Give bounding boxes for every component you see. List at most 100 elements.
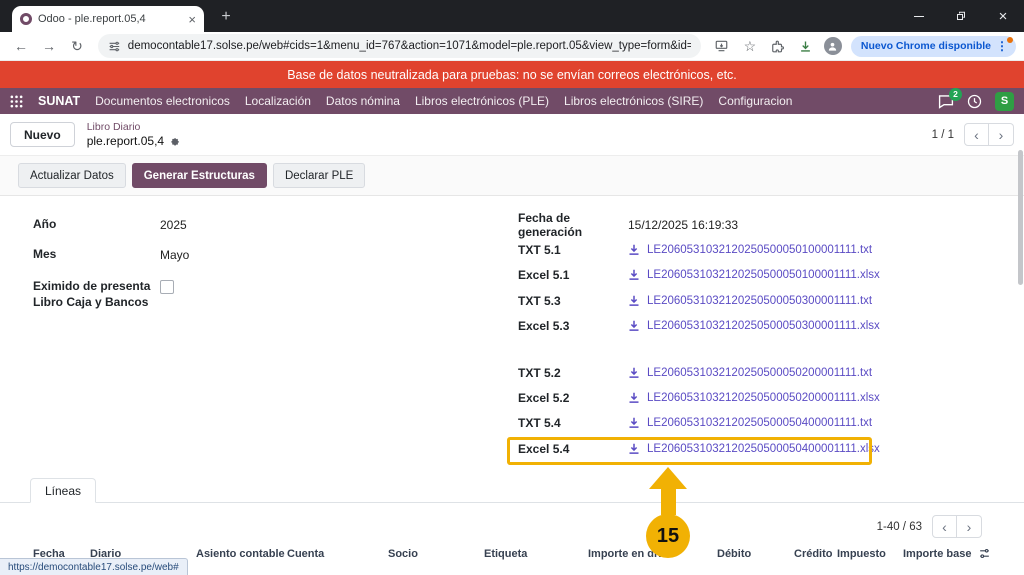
site-settings-icon[interactable] [108, 40, 121, 53]
actualizar-datos-button[interactable]: Actualizar Datos [18, 163, 126, 188]
file-row-txt-5-4: TXT 5.4 LE206053103212025050005040000111… [518, 411, 880, 436]
file-link[interactable]: LE2060531032120250500050200001111.xlsx [647, 392, 880, 404]
declarar-ple-button[interactable]: Declarar PLE [273, 163, 365, 188]
file-label: Excel 5.2 [518, 391, 628, 405]
nav-item-libros-sire[interactable]: Libros electrónicos (SIRE) [564, 94, 703, 108]
file-link[interactable]: LE2060531032120250500050100001111.xlsx [647, 269, 880, 281]
optional-columns-icon[interactable] [978, 547, 991, 565]
minimize-button[interactable] [898, 0, 940, 32]
nav-item-datos-nomina[interactable]: Datos nómina [326, 94, 400, 108]
file-link[interactable]: LE2060531032120250500050300001111.xlsx [647, 320, 880, 332]
file-row-txt-5-1: TXT 5.1 LE206053103212025050005010000111… [518, 237, 880, 262]
annotation-arrow-stem [661, 488, 676, 515]
column-header-etiqueta[interactable]: Etiqueta [484, 548, 527, 560]
restore-button[interactable] [940, 0, 982, 32]
file-row-txt-5-2: TXT 5.2 LE206053103212025050005020000111… [518, 360, 880, 385]
status-bubble: https://democontable17.solse.pe/web# [0, 558, 188, 575]
new-record-button[interactable]: Nuevo [10, 122, 75, 147]
download-icon[interactable] [628, 392, 640, 404]
window-controls: × [898, 0, 1024, 32]
eximido-checkbox[interactable] [160, 280, 174, 294]
send-to-device-icon[interactable] [709, 34, 735, 58]
extensions-icon[interactable] [765, 34, 791, 58]
eximido-label: Eximido de presenta Libro Caja y Bancos [33, 279, 160, 310]
download-icon[interactable] [628, 295, 640, 307]
odoo-navbar: SUNAT Documentos electronicos Localizaci… [0, 88, 1024, 114]
mes-value[interactable]: Mayo [160, 248, 189, 262]
column-header-socio[interactable]: Socio [388, 548, 418, 560]
screen: Odoo - ple.report.05,4 × + × ← → ↻ democ… [0, 0, 1024, 575]
form-right-column: Fecha de generación 15/12/2025 16:19:33 … [518, 212, 880, 462]
download-icon[interactable] [628, 367, 640, 379]
browser-profile-avatar[interactable] [824, 37, 842, 55]
column-header-impuesto[interactable]: Impuesto [837, 548, 886, 560]
apps-menu-button[interactable] [10, 95, 23, 108]
forward-button[interactable]: → [36, 34, 62, 58]
chrome-update-button[interactable]: Nuevo Chrome disponible ⋮ [851, 36, 1016, 57]
notebook-divider [0, 502, 1024, 503]
file-row-excel-5-3: Excel 5.3 LE2060531032120250500050300001… [518, 314, 880, 339]
download-icon[interactable] [628, 417, 640, 429]
lines-pager-previous-button[interactable]: ‹ [932, 515, 957, 538]
address-bar[interactable]: democontable17.solse.pe/web#cids=1&menu_… [98, 34, 701, 58]
column-header-cuenta[interactable]: Cuenta [287, 548, 324, 560]
app-brand[interactable]: SUNAT [38, 94, 80, 108]
step-number-badge: 15 [646, 514, 690, 558]
lines-pager-text: 1-40 / 63 [877, 521, 922, 533]
column-header-credito[interactable]: Crédito [794, 548, 833, 560]
messages-button[interactable]: 2 [938, 94, 954, 109]
bookmark-star-icon[interactable]: ☆ [737, 34, 763, 58]
clock-icon [967, 94, 982, 109]
anio-label: Año [33, 217, 160, 233]
close-icon: × [999, 8, 1008, 25]
column-header-importe-base[interactable]: Importe base [903, 548, 971, 560]
download-icon[interactable] [628, 244, 640, 256]
generar-estructuras-button[interactable]: Generar Estructuras [132, 163, 267, 188]
lines-pager-next-button[interactable]: › [957, 515, 982, 538]
file-link[interactable]: LE2060531032120250500050300001111.txt [647, 295, 872, 307]
column-header-debito[interactable]: Débito [717, 548, 751, 560]
downloads-icon[interactable] [793, 34, 819, 58]
nav-item-localizacion[interactable]: Localización [245, 94, 311, 108]
file-link[interactable]: LE2060531032120250500050400001111.txt [647, 417, 872, 429]
anio-value[interactable]: 2025 [160, 218, 187, 232]
messages-badge: 2 [949, 88, 962, 101]
breadcrumb-parent-link[interactable]: Libro Diario [87, 121, 180, 134]
chrome-update-label: Nuevo Chrome disponible [861, 40, 991, 52]
close-button[interactable]: × [982, 0, 1024, 32]
url-text[interactable]: democontable17.solse.pe/web#cids=1&menu_… [128, 40, 691, 52]
file-label: TXT 5.3 [518, 294, 628, 308]
nav-item-libros-ple[interactable]: Libros electrónicos (PLE) [415, 94, 549, 108]
nav-item-documentos-electronicos[interactable]: Documentos electronicos [95, 94, 230, 108]
new-tab-button[interactable]: + [216, 7, 236, 27]
nav-item-configuracion[interactable]: Configuracion [718, 94, 792, 108]
top-pager-previous-button[interactable]: ‹ [964, 123, 989, 146]
update-notification-dot [1007, 37, 1013, 43]
user-avatar[interactable]: S [995, 92, 1014, 111]
column-header-asiento-contable[interactable]: Asiento contable [196, 548, 285, 560]
download-icon[interactable] [628, 269, 640, 281]
gear-icon[interactable] [169, 135, 180, 146]
file-link[interactable]: LE2060531032120250500050100001111.txt [647, 244, 872, 256]
navbar-systray: 2 S [938, 92, 1014, 111]
field-eximido: Eximido de presenta Libro Caja y Bancos [33, 270, 353, 310]
file-label: TXT 5.1 [518, 243, 628, 257]
reload-button[interactable]: ↻ [64, 34, 90, 58]
form-left-column: Año 2025 Mes Mayo Eximido de presenta Li… [33, 210, 353, 310]
tab-lineas[interactable]: Líneas [30, 478, 96, 503]
top-pager-next-button[interactable]: › [989, 123, 1014, 146]
download-icon[interactable] [628, 320, 640, 332]
file-link[interactable]: LE2060531032120250500050200001111.txt [647, 367, 872, 379]
browser-tab[interactable]: Odoo - ple.report.05,4 × [12, 6, 204, 32]
file-row-excel-5-1: Excel 5.1 LE2060531032120250500050100001… [518, 263, 880, 288]
status-bubble-link: https://democontable17.solse.pe/web# [8, 562, 179, 573]
browser-titlebar: Odoo - ple.report.05,4 × + × [0, 0, 1024, 32]
scrollbar-thumb[interactable] [1018, 150, 1023, 285]
tab-close-icon[interactable]: × [188, 13, 196, 26]
mes-label: Mes [33, 247, 160, 263]
odoo-favicon-icon [20, 13, 32, 25]
activities-button[interactable] [967, 94, 982, 109]
control-panel: Nuevo Libro Diario ple.report.05,4 1 / 1… [0, 114, 1024, 156]
back-button[interactable]: ← [8, 34, 34, 58]
file-label: TXT 5.4 [518, 416, 628, 430]
